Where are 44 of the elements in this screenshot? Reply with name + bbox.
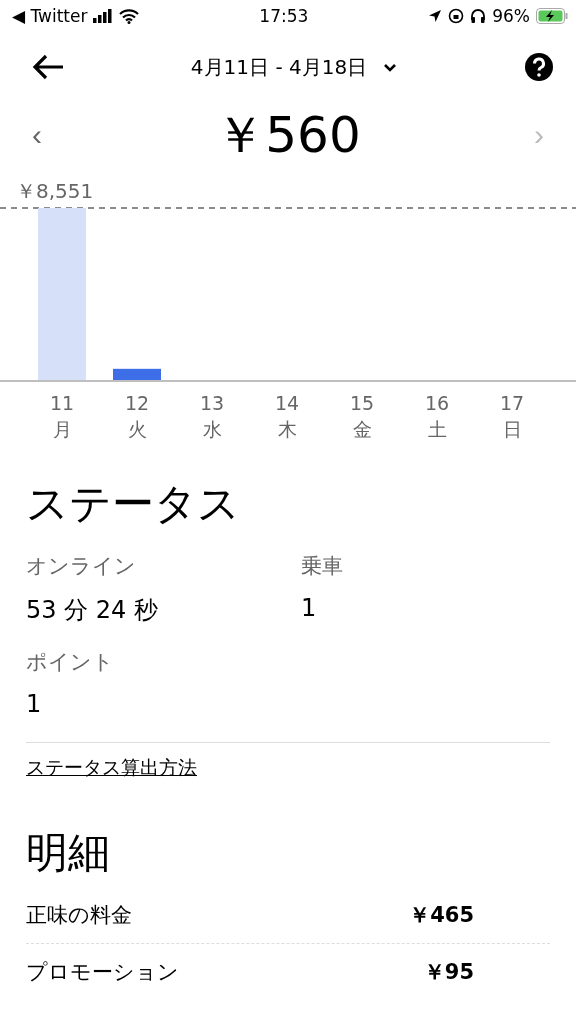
axis-label: 日 xyxy=(502,418,522,440)
rotation-lock-icon xyxy=(448,8,465,24)
help-icon[interactable] xyxy=(524,52,554,82)
stat-label: 乗車 xyxy=(301,553,344,580)
axis-label: 水 xyxy=(202,418,222,440)
stat-label: ポイント xyxy=(26,649,115,676)
headphones-icon xyxy=(470,8,487,24)
stat-value: 53 分 24 秒 xyxy=(26,595,159,626)
clock-time: 17:53 xyxy=(259,6,309,26)
chevron-down-icon xyxy=(383,62,398,72)
back-arrow-icon[interactable] xyxy=(32,54,64,80)
axis-label: 土 xyxy=(427,418,447,440)
breakdown-amount: ￥465 xyxy=(409,902,474,929)
axis-label: 木 xyxy=(277,418,297,440)
previous-week-button[interactable]: ‹ xyxy=(32,118,42,152)
battery-charging-icon xyxy=(536,8,568,24)
section-heading: ステータス xyxy=(26,478,241,530)
axis-label: 12 xyxy=(124,392,150,414)
reference-value-label: ￥8,551 xyxy=(16,178,94,205)
breakdown-label: プロモーション xyxy=(26,959,179,986)
total-earnings: ￥560 xyxy=(215,104,361,166)
axis-label: 11 xyxy=(49,392,75,414)
battery-percentage: 96% xyxy=(492,6,530,26)
axis-label: 15 xyxy=(349,392,375,414)
axis-label: 13 xyxy=(199,392,225,414)
axis-label: 16 xyxy=(424,392,450,414)
section-heading: 明細 xyxy=(26,827,111,879)
axis-label: 金 xyxy=(352,418,372,440)
signal-icon xyxy=(93,9,114,23)
status-calculation-link[interactable]: ステータス算出方法 xyxy=(26,755,197,781)
wifi-icon xyxy=(119,8,140,24)
stat-value: 1 xyxy=(26,690,43,718)
axis-label: 火 xyxy=(127,418,147,440)
axis-label: 14 xyxy=(274,392,300,414)
breakdown-amount: ￥95 xyxy=(423,959,474,986)
bar[interactable] xyxy=(113,368,161,380)
back-app-label[interactable]: ◀ Twitter xyxy=(12,6,88,26)
location-arrow-icon xyxy=(428,9,443,23)
axis-label: 17 xyxy=(499,392,525,414)
axis-label: 月 xyxy=(52,418,72,440)
date-range-dropdown[interactable]: 4月11日 - 4月18日 xyxy=(190,53,398,81)
breakdown-label: 正味の料金 xyxy=(26,902,132,929)
stat-label: オンライン xyxy=(26,553,137,580)
stat-value: 1 xyxy=(301,594,318,622)
